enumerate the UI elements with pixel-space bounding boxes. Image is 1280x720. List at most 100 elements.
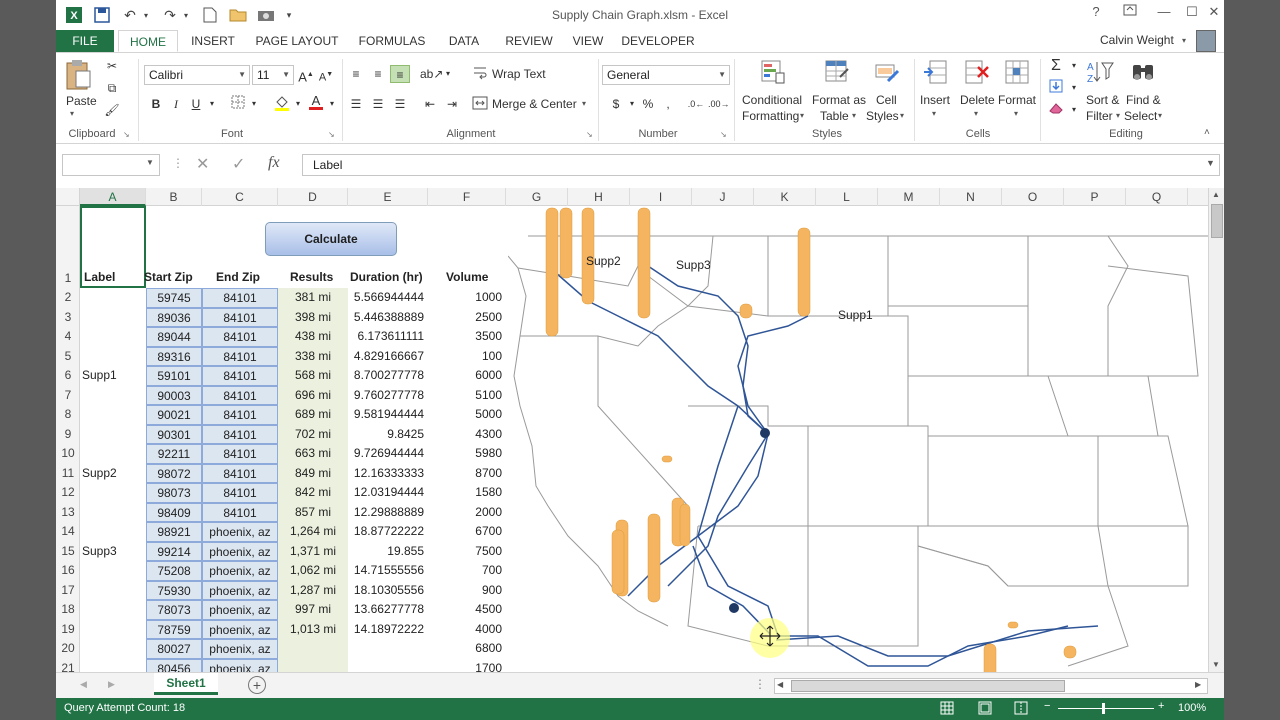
cell-start-zip[interactable]: 59101: [146, 366, 202, 386]
borders-dropdown-icon[interactable]: ▾: [244, 95, 264, 113]
cell-duration[interactable]: 14.18972222: [348, 620, 428, 640]
tab-developer[interactable]: DEVELOPER: [620, 30, 696, 52]
header-volume[interactable]: Volume: [446, 268, 506, 288]
cell-label[interactable]: [82, 503, 146, 523]
row-header-19[interactable]: 19: [56, 620, 80, 640]
cell-start-zip[interactable]: 90301: [146, 424, 202, 444]
column-header-i[interactable]: I: [630, 188, 692, 206]
clear-dropdown-icon[interactable]: ▾: [1064, 101, 1084, 119]
cell-start-zip[interactable]: 98073: [146, 483, 202, 503]
row-header-13[interactable]: 13: [56, 503, 80, 523]
cell-label[interactable]: Supp2: [82, 464, 146, 484]
cell-volume[interactable]: 100: [428, 347, 506, 367]
row-header-7[interactable]: 7: [56, 386, 80, 406]
cell-end-zip[interactable]: 84101: [202, 483, 278, 503]
cell-label[interactable]: [82, 620, 146, 640]
copy-icon[interactable]: ⧉: [102, 79, 122, 97]
cell-result[interactable]: 857 mi: [278, 502, 348, 522]
row-header-1[interactable]: 1: [56, 268, 80, 288]
fill-color-dropdown-icon[interactable]: ▾: [288, 95, 308, 113]
row-header-4[interactable]: 4: [56, 327, 80, 347]
align-bottom-icon[interactable]: ≡: [390, 65, 410, 83]
cell-duration[interactable]: 9.581944444: [348, 405, 428, 425]
cell-end-zip[interactable]: 84101: [202, 288, 278, 308]
row-header-17[interactable]: 17: [56, 581, 80, 601]
number-launcher-icon[interactable]: ↘: [720, 130, 727, 139]
format-as-table-icon[interactable]: [824, 59, 850, 85]
cell-duration[interactable]: 13.66277778: [348, 600, 428, 620]
cell-volume[interactable]: 5980: [428, 444, 506, 464]
cell-duration[interactable]: 12.29888889: [348, 503, 428, 523]
insert-cells-button[interactable]: Insert: [920, 93, 950, 107]
cell-end-zip[interactable]: 84101: [202, 327, 278, 347]
cell-label[interactable]: [82, 308, 146, 328]
tab-review[interactable]: REVIEW: [500, 30, 558, 52]
format-as-table-dropdown-icon[interactable]: ▾: [852, 111, 856, 120]
cancel-entry-icon[interactable]: ✕: [196, 154, 209, 174]
column-header-h[interactable]: H: [568, 188, 630, 206]
row-header-11[interactable]: 11: [56, 464, 80, 484]
cell-volume[interactable]: 1000: [428, 288, 506, 308]
cell-duration[interactable]: 12.16333333: [348, 464, 428, 484]
row-header-6[interactable]: 6: [56, 366, 80, 386]
cell-start-zip[interactable]: 75208: [146, 561, 202, 581]
cell-end-zip[interactable]: phoenix, az: [202, 639, 278, 659]
tab-page-layout[interactable]: PAGE LAYOUT: [252, 30, 342, 52]
align-left-icon[interactable]: ☰: [346, 95, 366, 113]
clipboard-launcher-icon[interactable]: ↘: [123, 130, 130, 139]
header-start-zip[interactable]: Start Zip: [144, 268, 204, 288]
avatar[interactable]: [1196, 30, 1216, 52]
align-right-icon[interactable]: ☰: [390, 95, 410, 113]
cell-end-zip[interactable]: 84101: [202, 463, 278, 483]
orientation-icon[interactable]: ab↗: [420, 65, 443, 83]
cell-duration[interactable]: 9.726944444: [348, 444, 428, 464]
row-header-14[interactable]: 14: [56, 522, 80, 542]
cell-end-zip[interactable]: phoenix, az: [202, 580, 278, 600]
column-header-c[interactable]: C: [202, 188, 278, 206]
calculate-button[interactable]: Calculate: [265, 222, 397, 256]
cell-result[interactable]: 849 mi: [278, 463, 348, 483]
horizontal-scroll-thumb[interactable]: [791, 680, 1065, 692]
cell-start-zip[interactable]: 80456: [146, 658, 202, 672]
column-header-o[interactable]: O: [1002, 188, 1064, 206]
increase-indent-icon[interactable]: ⇥: [442, 95, 462, 113]
cell-result[interactable]: 1,062 mi: [278, 561, 348, 581]
normal-view-icon[interactable]: [940, 701, 956, 715]
cell-duration[interactable]: [348, 659, 428, 673]
cell-end-zip[interactable]: 84101: [202, 385, 278, 405]
cell-label[interactable]: [82, 561, 146, 581]
column-header-g[interactable]: G: [506, 188, 568, 206]
fill-dropdown-icon[interactable]: ▾: [1064, 79, 1084, 97]
underline-dropdown-icon[interactable]: ▾: [202, 95, 222, 113]
row-header-18[interactable]: 18: [56, 600, 80, 620]
cell-result[interactable]: 997 mi: [278, 600, 348, 620]
row-header-20[interactable]: 20: [56, 639, 80, 659]
cell-result[interactable]: [278, 658, 348, 672]
increase-decimal-icon[interactable]: .0←: [686, 95, 706, 113]
cell-result[interactable]: 1,287 mi: [278, 580, 348, 600]
cell-label[interactable]: [82, 522, 146, 542]
zoom-in-icon[interactable]: +: [1158, 700, 1164, 712]
row-header-16[interactable]: 16: [56, 561, 80, 581]
header-results[interactable]: Results: [290, 268, 350, 288]
column-header-p[interactable]: P: [1064, 188, 1126, 206]
cell-result[interactable]: 696 mi: [278, 385, 348, 405]
decrease-font-icon[interactable]: A▼: [316, 66, 336, 84]
cell-result[interactable]: 381 mi: [278, 288, 348, 308]
cell-start-zip[interactable]: 98072: [146, 463, 202, 483]
cell-duration[interactable]: 18.10305556: [348, 581, 428, 601]
delete-cells-icon[interactable]: [964, 59, 990, 85]
cell-duration[interactable]: 9.8425: [348, 425, 428, 445]
user-menu-icon[interactable]: ▾: [1182, 36, 1186, 45]
sort-filter-button[interactable]: Sort &: [1086, 93, 1119, 107]
prev-sheet-icon[interactable]: ◀: [80, 679, 87, 690]
find-select-button[interactable]: Find &: [1126, 93, 1161, 107]
zoom-slider[interactable]: [1058, 708, 1154, 709]
tab-home[interactable]: HOME: [118, 30, 178, 52]
cell-start-zip[interactable]: 98409: [146, 502, 202, 522]
cell-label[interactable]: [82, 444, 146, 464]
cell-end-zip[interactable]: 84101: [202, 307, 278, 327]
sort-filter-dropdown-icon[interactable]: ▾: [1116, 111, 1120, 120]
cell-end-zip[interactable]: phoenix, az: [202, 561, 278, 581]
number-format-combo[interactable]: General ▼: [602, 65, 730, 85]
